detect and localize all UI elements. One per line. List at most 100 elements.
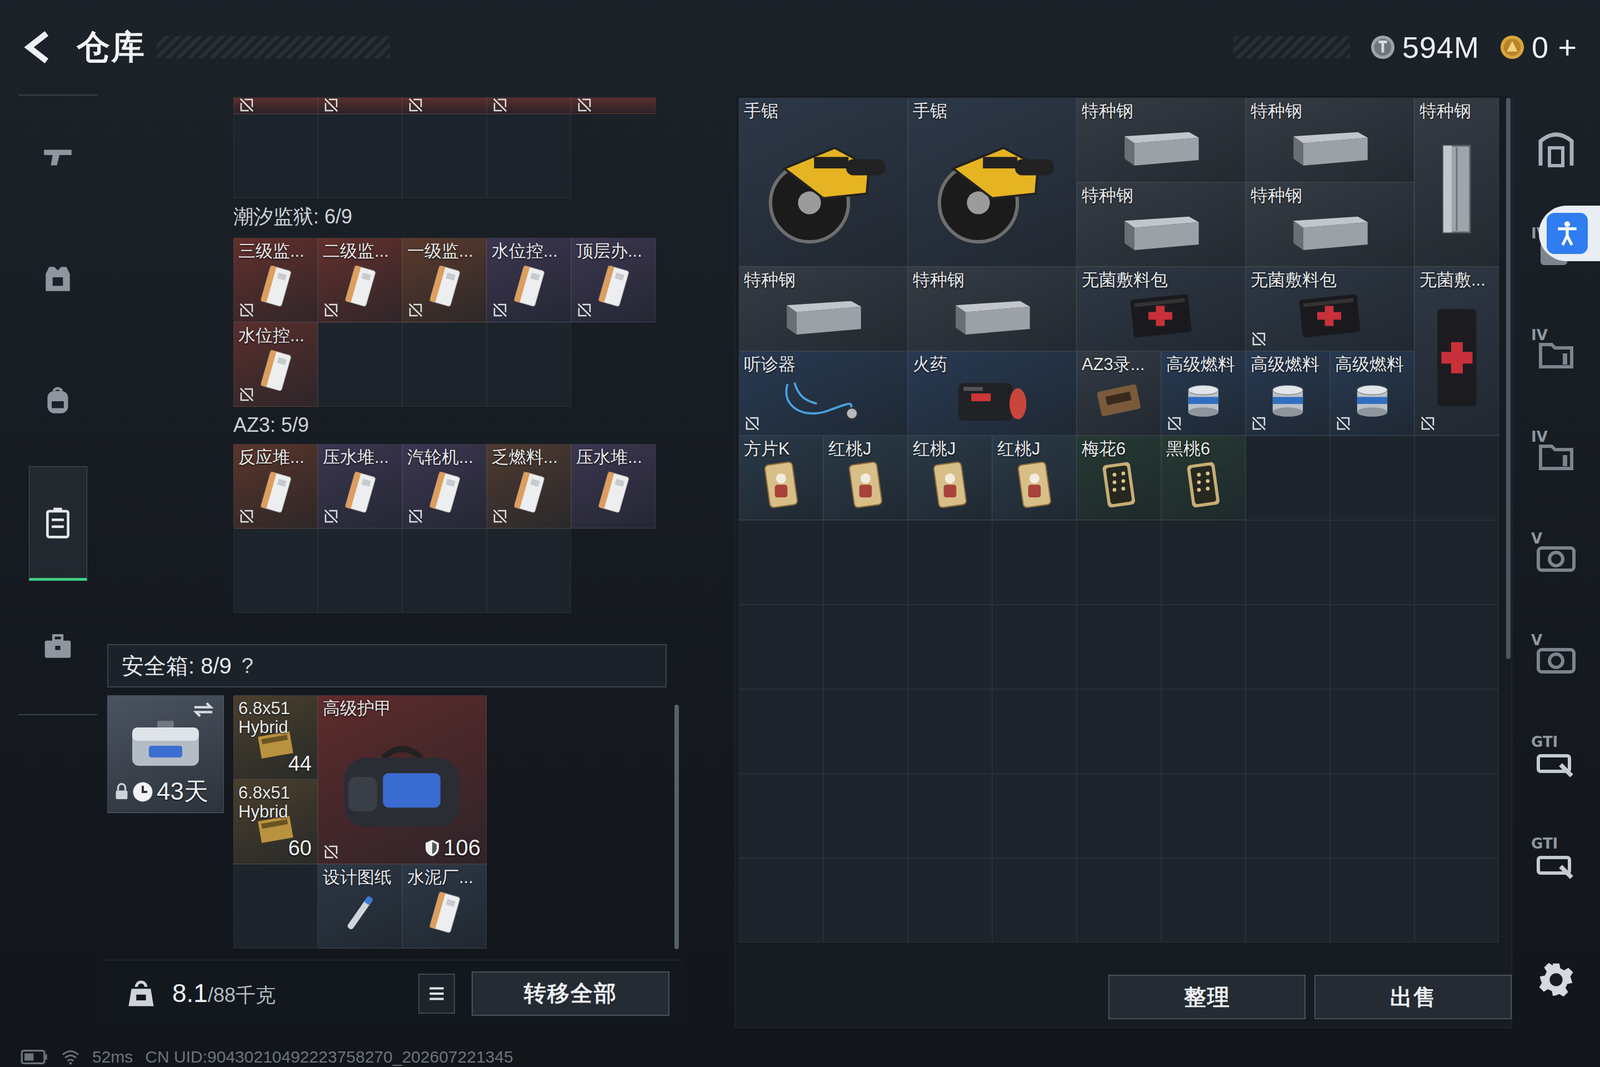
empty-slot[interactable] bbox=[1245, 857, 1330, 943]
empty-slot[interactable] bbox=[1076, 604, 1162, 689]
empty-slot[interactable] bbox=[1161, 773, 1246, 858]
empty-slot[interactable] bbox=[1245, 604, 1330, 689]
empty-slot[interactable] bbox=[1330, 435, 1415, 520]
empty-slot[interactable] bbox=[233, 113, 318, 199]
empty-slot[interactable] bbox=[992, 688, 1077, 774]
storage-page-tab[interactable]: IV bbox=[1531, 430, 1582, 475]
loadout-scrollbar[interactable] bbox=[674, 704, 679, 949]
empty-slot[interactable] bbox=[486, 113, 572, 199]
item-cell[interactable]: 特种钢 bbox=[1245, 97, 1415, 183]
empty-slot[interactable] bbox=[738, 604, 824, 689]
back-button[interactable] bbox=[21, 29, 55, 65]
rail-tab[interactable] bbox=[28, 221, 88, 337]
rail-tab[interactable] bbox=[28, 588, 88, 703]
storage-page-tab[interactable]: GTI bbox=[1531, 735, 1582, 780]
empty-slot[interactable] bbox=[1245, 688, 1330, 774]
item-cell[interactable]: 乏燃料... bbox=[486, 443, 572, 529]
item-cell[interactable]: AZ3录... bbox=[1076, 351, 1162, 436]
item-cell[interactable] bbox=[317, 97, 403, 114]
empty-slot[interactable] bbox=[1414, 773, 1499, 858]
item-cell[interactable]: 顶层办... bbox=[571, 237, 656, 323]
empty-slot[interactable] bbox=[992, 604, 1077, 689]
item-cell[interactable]: 听诊器 bbox=[738, 351, 908, 436]
item-cell[interactable]: 手锯 bbox=[738, 97, 908, 267]
add-currency-button[interactable]: + bbox=[1555, 31, 1577, 64]
empty-slot[interactable] bbox=[738, 688, 824, 774]
item-cell[interactable]: 黑桃6 bbox=[1161, 435, 1246, 520]
empty-slot[interactable] bbox=[1414, 520, 1499, 605]
item-cell[interactable]: 红桃J bbox=[992, 435, 1077, 520]
settings-button[interactable] bbox=[1536, 960, 1576, 999]
transfer-all-button[interactable]: 转移全部 bbox=[471, 971, 670, 1016]
empty-slot[interactable] bbox=[317, 528, 403, 613]
item-cell[interactable]: 高级燃料 bbox=[1245, 351, 1330, 436]
item-cell[interactable]: 水位控... bbox=[233, 322, 318, 407]
storage-page-tab[interactable]: V bbox=[1531, 532, 1582, 577]
empty-slot[interactable] bbox=[823, 688, 908, 774]
empty-slot[interactable] bbox=[1161, 857, 1246, 943]
rail-tab[interactable] bbox=[28, 99, 88, 214]
empty-slot[interactable] bbox=[907, 857, 993, 943]
item-cell[interactable]: 红桃J bbox=[907, 435, 993, 520]
empty-slot[interactable] bbox=[1245, 773, 1330, 858]
empty-slot[interactable] bbox=[1245, 520, 1330, 605]
item-cell[interactable]: 高级燃料 bbox=[1161, 351, 1246, 436]
item-cell[interactable]: 汽轮机... bbox=[402, 443, 487, 529]
item-cell[interactable]: 特种钢 bbox=[907, 266, 1077, 352]
item-cell[interactable]: 火药 bbox=[907, 351, 1077, 436]
list-button[interactable] bbox=[418, 973, 455, 1014]
empty-slot[interactable] bbox=[402, 528, 487, 613]
item-cell[interactable]: 水位控... bbox=[486, 237, 572, 323]
empty-slot[interactable] bbox=[907, 773, 993, 858]
empty-slot[interactable] bbox=[317, 322, 403, 407]
storage-scrollbar[interactable] bbox=[1506, 97, 1511, 659]
empty-slot[interactable] bbox=[823, 604, 908, 689]
empty-slot[interactable] bbox=[1076, 773, 1162, 858]
empty-slot[interactable] bbox=[402, 113, 487, 199]
empty-slot[interactable] bbox=[1414, 857, 1499, 943]
help-button[interactable]: ? bbox=[241, 653, 254, 678]
item-cell[interactable]: 特种钢 bbox=[1076, 182, 1246, 267]
empty-slot[interactable] bbox=[317, 113, 403, 199]
empty-slot[interactable] bbox=[1161, 604, 1246, 689]
empty-slot[interactable] bbox=[738, 520, 824, 605]
item-cell[interactable]: 手锯 bbox=[907, 97, 1077, 267]
item-cell[interactable]: 红桃J bbox=[823, 435, 908, 520]
empty-slot[interactable] bbox=[1161, 688, 1246, 774]
empty-slot[interactable] bbox=[1076, 520, 1162, 605]
empty-slot[interactable] bbox=[233, 528, 318, 613]
empty-slot[interactable] bbox=[1414, 688, 1499, 774]
empty-slot[interactable] bbox=[823, 520, 908, 605]
item-cell[interactable]: 压水堆... bbox=[317, 443, 403, 529]
item-cell[interactable]: 梅花6 bbox=[1076, 435, 1162, 520]
empty-slot[interactable] bbox=[1330, 688, 1415, 774]
item-cell[interactable]: 无菌敷... bbox=[1414, 266, 1499, 436]
item-cell[interactable]: 方片K bbox=[738, 435, 824, 520]
empty-slot[interactable] bbox=[486, 322, 572, 407]
empty-slot[interactable] bbox=[1076, 857, 1162, 943]
storage-page-tab[interactable]: GTI bbox=[1531, 837, 1582, 882]
safe-case[interactable]: 43天 bbox=[107, 695, 224, 813]
empty-slot[interactable] bbox=[992, 857, 1077, 943]
item-cell[interactable]: 三级监... bbox=[233, 237, 318, 323]
rail-tab[interactable] bbox=[28, 466, 88, 581]
item-cell[interactable] bbox=[571, 97, 656, 114]
item-cell[interactable]: 一级监... bbox=[402, 237, 487, 323]
storage-page-tab[interactable]: IV bbox=[1531, 328, 1582, 374]
item-cell[interactable]: 二级监... bbox=[317, 237, 403, 323]
item-cell[interactable]: 无菌敷料包 bbox=[1245, 266, 1415, 352]
empty-slot[interactable] bbox=[1414, 435, 1499, 520]
empty-slot[interactable] bbox=[1414, 604, 1499, 689]
item-cell[interactable]: 6.8x51Hybrid60 bbox=[233, 779, 318, 864]
empty-slot[interactable] bbox=[907, 520, 993, 605]
item-cell[interactable]: 高级燃料 bbox=[1330, 351, 1415, 436]
item-cell[interactable]: 压水堆... bbox=[571, 443, 656, 529]
item-cell[interactable]: 特种钢 bbox=[738, 266, 908, 352]
empty-slot[interactable] bbox=[992, 773, 1077, 858]
storage-page-tab[interactable] bbox=[1531, 125, 1582, 170]
empty-slot[interactable] bbox=[992, 520, 1077, 605]
empty-slot[interactable] bbox=[907, 688, 993, 774]
empty-slot[interactable] bbox=[486, 528, 572, 613]
item-cell[interactable]: 反应堆... bbox=[233, 443, 318, 529]
empty-slot[interactable] bbox=[1076, 688, 1162, 774]
